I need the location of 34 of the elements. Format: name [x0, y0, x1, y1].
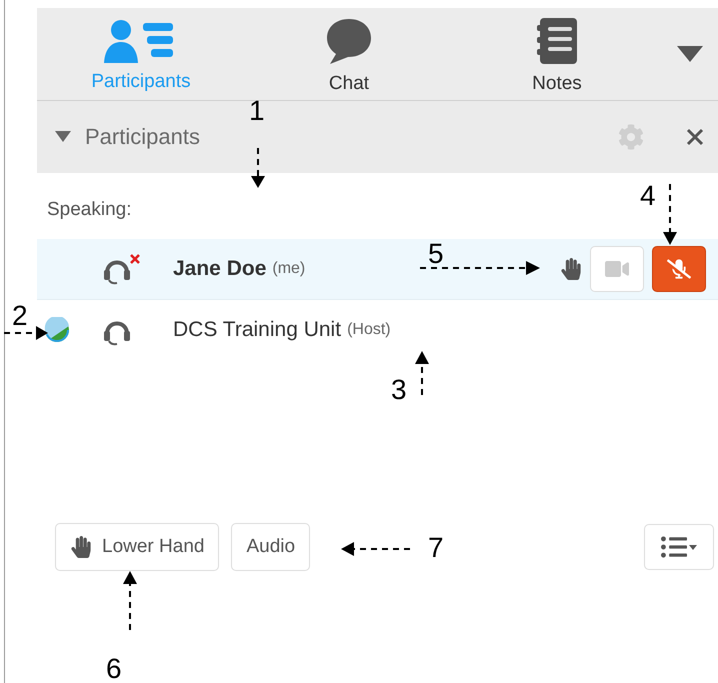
callout-number: 4 — [640, 182, 656, 210]
list-menu-button[interactable] — [644, 524, 714, 570]
tab[interactable]: Notes — [453, 13, 661, 95]
hand-icon — [70, 536, 92, 558]
callout-arrow — [341, 542, 410, 556]
caret-icon — [689, 544, 697, 550]
panel-title: Participants — [85, 124, 200, 150]
callout-number: 3 — [391, 376, 407, 404]
microphone-button[interactable] — [652, 246, 706, 292]
callout-arrow — [4, 326, 48, 340]
callout-number: 1 — [249, 97, 265, 125]
callout-number: 2 — [12, 302, 28, 330]
callout-arrow — [663, 184, 677, 245]
tab[interactable]: Chat — [245, 13, 453, 95]
close-icon[interactable] — [686, 128, 704, 146]
participant-role: (me) — [272, 260, 306, 278]
participant-role: (Host) — [347, 321, 391, 339]
speech-bubble-icon — [326, 17, 372, 65]
lower-hand-button[interactable]: Lower Hand — [55, 523, 220, 571]
participant-name: Jane Doe — [173, 257, 266, 281]
callout-number: 6 — [106, 655, 122, 683]
callout-arrow — [415, 351, 429, 395]
list-icon — [661, 534, 687, 560]
callout-number: 5 — [428, 240, 444, 268]
dropdown-caret-icon[interactable] — [676, 46, 702, 62]
collapse-triangle-icon[interactable] — [55, 131, 71, 143]
callout-number: 7 — [428, 534, 444, 562]
callout-arrow — [251, 148, 265, 188]
notebook-icon — [536, 17, 578, 65]
participant-name: DCS Training Unit — [173, 318, 342, 342]
muted-microphone-icon — [667, 257, 691, 281]
section-label: Speaking: — [47, 199, 132, 221]
audio-button[interactable]: Audio — [231, 523, 310, 571]
callout-arrow — [123, 571, 137, 630]
